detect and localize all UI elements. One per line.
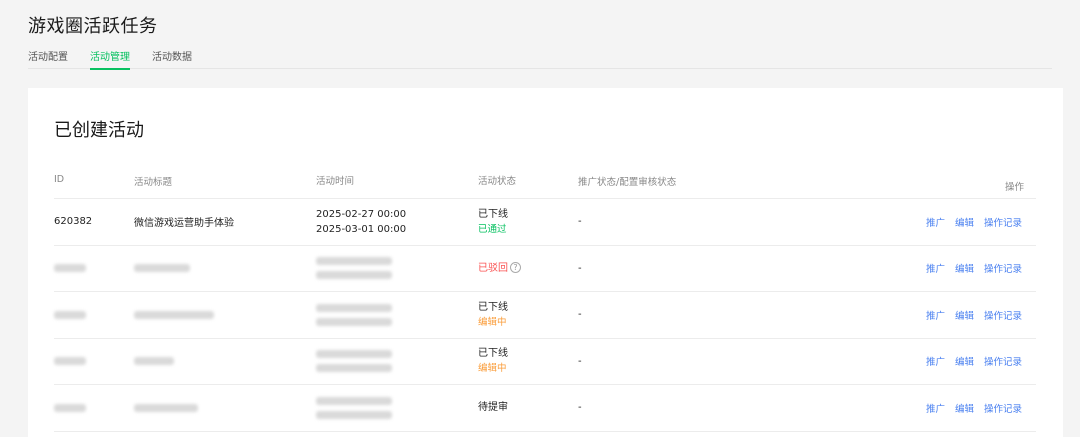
row-id [54,292,86,338]
promote-link[interactable]: 推广 [926,308,945,322]
row-time [316,292,392,338]
sub-status-badge: 编辑中 [478,363,507,375]
history-link[interactable]: 操作记录 [984,308,1022,322]
col-status: 活动状态 [478,176,517,187]
edit-link[interactable]: 编辑 [955,308,974,322]
row-id: 620382 [54,216,93,228]
row-title [134,385,198,431]
promote-link[interactable]: 推广 [926,354,945,368]
row-ops: 推广 编辑 操作记录 [926,385,1022,431]
row-status: 已下线 编辑中 [478,339,508,385]
status-text: 已下线 [478,348,508,360]
history-link[interactable]: 操作记录 [984,401,1022,415]
history-link[interactable]: 操作记录 [984,261,1022,275]
table-row: 620382 微信游戏运营助手体验 2025-02-27 00:00 2025-… [54,199,1036,246]
promote-link[interactable]: 推广 [926,261,945,275]
row-promo: - [578,402,582,414]
row-status: 待提审 [478,385,508,431]
table-header: ID 活动标题 活动时间 活动状态 推广状态/配置审核状态 操作 [54,166,1036,199]
promote-link[interactable]: 推广 [926,215,945,229]
row-promo: - [578,355,582,367]
sub-status-badge: 编辑中 [478,316,507,328]
row-time [316,246,392,292]
row-time-end: 2025-03-01 00:00 [316,223,407,235]
row-status: 已驳回? [478,246,521,292]
promote-link[interactable]: 推广 [926,401,945,415]
row-time-start: 2025-02-27 00:00 [316,208,407,220]
row-ops: 推广 编辑 操作记录 [926,292,1022,338]
status-text: 待提审 [478,402,508,414]
row-time [316,339,392,385]
tab-bar: 活动配置 活动管理 活动数据 [28,48,1052,70]
edit-link[interactable]: 编辑 [955,215,974,229]
status-text: 已下线 [478,301,508,313]
history-link[interactable]: 操作记录 [984,215,1022,229]
card-title: 已创建活动 [54,120,144,141]
help-icon[interactable]: ? [510,262,521,274]
table-row: 待提审 - 推广 编辑 操作记录 [54,385,1036,432]
col-time: 活动时间 [316,176,355,187]
status-text: 已驳回 [478,262,508,274]
status-text: 已下线 [478,208,508,220]
tab-activity-data[interactable]: 活动数据 [152,48,192,69]
activity-card: 已创建活动 ID 活动标题 活动时间 活动状态 推广状态/配置审核状态 操作 6… [28,88,1063,437]
row-id [54,246,86,292]
row-ops: 推广 编辑 操作记录 [926,339,1022,385]
row-title [134,246,190,292]
row-id [54,385,86,431]
col-ops: 操作 [1004,182,1024,193]
row-status: 已下线 已通过 [478,199,508,245]
col-title: 活动标题 [134,177,173,188]
page-title: 游戏圈活跃任务 [28,16,158,37]
sub-status-badge: 已通过 [478,223,507,235]
table-row: 已下线 编辑中 - 推广 编辑 操作记录 [54,292,1036,339]
row-id [54,339,86,385]
row-promo: - [578,216,582,228]
edit-link[interactable]: 编辑 [955,401,974,415]
row-promo: - [578,309,582,321]
row-title: 微信游戏运营助手体验 [134,218,234,230]
table-row: 已驳回? - 推广 编辑 操作记录 [54,246,1036,292]
table-row: 已下线 编辑中 - 推广 编辑 操作记录 [54,339,1036,385]
col-id: ID [54,174,65,185]
row-time: 2025-02-27 00:00 2025-03-01 00:00 [316,199,406,245]
activity-table: ID 活动标题 活动时间 活动状态 推广状态/配置审核状态 操作 620382 … [54,166,1036,432]
row-ops: 推广 编辑 操作记录 [926,246,1022,292]
edit-link[interactable]: 编辑 [955,261,974,275]
row-title [134,339,174,385]
edit-link[interactable]: 编辑 [955,354,974,368]
col-promo: 推广状态/配置审核状态 [578,177,677,188]
row-time [316,385,392,431]
tab-activity-config[interactable]: 活动配置 [28,48,68,69]
row-ops: 推广 编辑 操作记录 [926,199,1022,245]
history-link[interactable]: 操作记录 [984,354,1022,368]
row-promo: - [578,262,582,274]
tab-activity-management[interactable]: 活动管理 [90,48,130,70]
row-status: 已下线 编辑中 [478,292,508,338]
row-title [134,292,214,338]
